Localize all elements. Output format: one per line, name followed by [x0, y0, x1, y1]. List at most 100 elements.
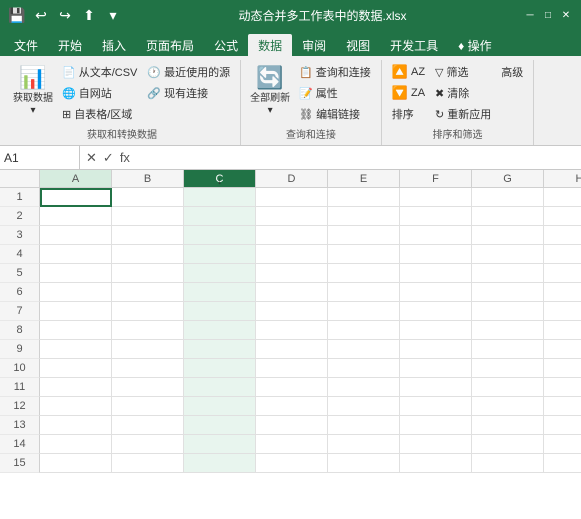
cell-A7[interactable] — [40, 302, 112, 321]
cell-G10[interactable] — [472, 359, 544, 378]
cell-D13[interactable] — [256, 416, 328, 435]
cell-H11[interactable] — [544, 378, 581, 397]
cell-B1[interactable] — [112, 188, 184, 207]
cell-D14[interactable] — [256, 435, 328, 454]
cell-D7[interactable] — [256, 302, 328, 321]
cell-A14[interactable] — [40, 435, 112, 454]
cell-A2[interactable] — [40, 207, 112, 226]
cell-B8[interactable] — [112, 321, 184, 340]
tab-operations[interactable]: ♦ 操作 — [448, 34, 501, 56]
clear-button[interactable]: ✖ 清除 — [431, 83, 495, 103]
cell-B11[interactable] — [112, 378, 184, 397]
cell-B7[interactable] — [112, 302, 184, 321]
recent-sources-button[interactable]: 🕐 最近使用的源 — [143, 62, 234, 82]
tab-view[interactable]: 视图 — [336, 34, 380, 56]
cell-A3[interactable] — [40, 226, 112, 245]
tab-insert[interactable]: 插入 — [92, 34, 136, 56]
cell-H6[interactable] — [544, 283, 581, 302]
cell-C12[interactable] — [184, 397, 256, 416]
col-header-F[interactable]: F — [400, 170, 472, 187]
cell-E3[interactable] — [328, 226, 400, 245]
cell-A10[interactable] — [40, 359, 112, 378]
tab-pagelayout[interactable]: 页面布局 — [136, 34, 204, 56]
cell-H7[interactable] — [544, 302, 581, 321]
refresh-all-button[interactable]: 🔄 全部刷新 ▾ — [247, 62, 293, 120]
cell-G8[interactable] — [472, 321, 544, 340]
cell-E6[interactable] — [328, 283, 400, 302]
cell-H4[interactable] — [544, 245, 581, 264]
cell-A11[interactable] — [40, 378, 112, 397]
cell-D5[interactable] — [256, 264, 328, 283]
cell-A15[interactable] — [40, 454, 112, 473]
cell-H12[interactable] — [544, 397, 581, 416]
from-table-button[interactable]: ⊞ 自表格/区域 — [58, 104, 141, 124]
cell-B4[interactable] — [112, 245, 184, 264]
cell-G11[interactable] — [472, 378, 544, 397]
dropdown-icon[interactable]: ▾ — [104, 6, 122, 24]
cell-G12[interactable] — [472, 397, 544, 416]
cell-B10[interactable] — [112, 359, 184, 378]
sort-az-button[interactable]: 🔼 AZ — [388, 62, 429, 82]
cell-E8[interactable] — [328, 321, 400, 340]
cell-H9[interactable] — [544, 340, 581, 359]
cell-A5[interactable] — [40, 264, 112, 283]
cell-H14[interactable] — [544, 435, 581, 454]
redo-icon[interactable]: ↪ — [56, 6, 74, 24]
col-header-E[interactable]: E — [328, 170, 400, 187]
cell-C9[interactable] — [184, 340, 256, 359]
cell-F14[interactable] — [400, 435, 472, 454]
cell-F10[interactable] — [400, 359, 472, 378]
tab-formula[interactable]: 公式 — [204, 34, 248, 56]
cell-E2[interactable] — [328, 207, 400, 226]
cell-G4[interactable] — [472, 245, 544, 264]
cell-A1[interactable] — [40, 188, 112, 207]
cell-A4[interactable] — [40, 245, 112, 264]
sort-za-button[interactable]: 🔽 ZA — [388, 83, 429, 103]
cell-H3[interactable] — [544, 226, 581, 245]
maximize-button[interactable]: □ — [541, 8, 555, 22]
cell-C7[interactable] — [184, 302, 256, 321]
tab-file[interactable]: 文件 — [4, 34, 48, 56]
cell-E7[interactable] — [328, 302, 400, 321]
save-icon[interactable]: 💾 — [8, 6, 26, 24]
close-button[interactable]: ✕ — [559, 8, 573, 22]
cell-A9[interactable] — [40, 340, 112, 359]
cell-G15[interactable] — [472, 454, 544, 473]
cell-H8[interactable] — [544, 321, 581, 340]
cell-F8[interactable] — [400, 321, 472, 340]
cell-F4[interactable] — [400, 245, 472, 264]
cell-G2[interactable] — [472, 207, 544, 226]
from-text-csv-button[interactable]: 📄 从文本/CSV — [58, 62, 141, 82]
reapply-button[interactable]: ↻ 重新应用 — [431, 104, 495, 124]
cell-B14[interactable] — [112, 435, 184, 454]
cell-A6[interactable] — [40, 283, 112, 302]
filter-button[interactable]: ▽ 筛选 — [431, 62, 495, 82]
upload-icon[interactable]: ⬆ — [80, 6, 98, 24]
cell-E15[interactable] — [328, 454, 400, 473]
cell-B12[interactable] — [112, 397, 184, 416]
cell-F9[interactable] — [400, 340, 472, 359]
cell-D3[interactable] — [256, 226, 328, 245]
get-data-button[interactable]: 📊 获取数据 ▾ — [10, 62, 56, 120]
tab-developer[interactable]: 开发工具 — [380, 34, 448, 56]
cell-G6[interactable] — [472, 283, 544, 302]
cell-A12[interactable] — [40, 397, 112, 416]
cell-H1[interactable] — [544, 188, 581, 207]
cell-B13[interactable] — [112, 416, 184, 435]
undo-icon[interactable]: ↩ — [32, 6, 50, 24]
formula-input[interactable] — [136, 146, 581, 169]
cell-B3[interactable] — [112, 226, 184, 245]
cell-C5[interactable] — [184, 264, 256, 283]
col-header-B[interactable]: B — [112, 170, 184, 187]
cell-H15[interactable] — [544, 454, 581, 473]
cell-C13[interactable] — [184, 416, 256, 435]
cell-H13[interactable] — [544, 416, 581, 435]
cell-C10[interactable] — [184, 359, 256, 378]
col-header-G[interactable]: G — [472, 170, 544, 187]
cell-H2[interactable] — [544, 207, 581, 226]
query-connect-button[interactable]: 📋 查询和连接 — [295, 62, 375, 82]
cell-D15[interactable] — [256, 454, 328, 473]
cell-B9[interactable] — [112, 340, 184, 359]
cell-C3[interactable] — [184, 226, 256, 245]
cell-G5[interactable] — [472, 264, 544, 283]
